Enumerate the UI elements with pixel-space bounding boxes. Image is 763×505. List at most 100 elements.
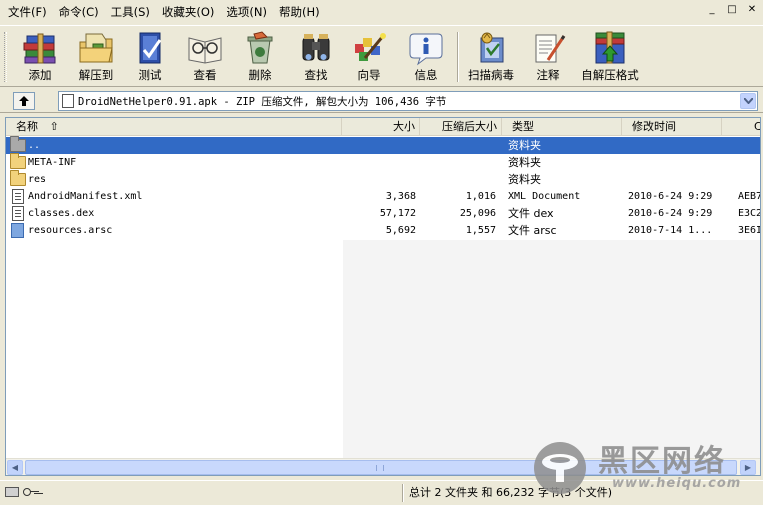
file-list[interactable]: 名称 ⇧ 大小 压缩后大小 类型 修改时间 C .. 资料夹 META-INF … <box>5 117 761 476</box>
add-button[interactable]: 添加 <box>14 28 66 84</box>
binoculars-icon <box>296 30 336 66</box>
file-modified: 2010-7-14 1... <box>628 225 713 236</box>
table-row[interactable]: res 资料夹 <box>6 170 760 188</box>
file-modified: 2010-6-24 9:29 <box>628 208 713 219</box>
column-packed-header[interactable]: 压缩后大小 <box>420 118 502 136</box>
path-dropdown-button[interactable] <box>740 93 756 109</box>
table-row[interactable]: classes.dex 57,172 25,096 文件 dex 2010-6-… <box>6 205 761 222</box>
document-icon <box>12 189 24 204</box>
sort-arrow-icon: ⇧ <box>49 120 59 133</box>
minimize-button[interactable]: _ <box>704 3 720 17</box>
column-header-row: 名称 ⇧ 大小 压缩后大小 类型 修改时间 C <box>6 118 760 136</box>
wizard-button[interactable]: 向导 <box>344 28 394 84</box>
wizard-wand-icon <box>349 30 389 66</box>
file-type: 文件 dex <box>508 207 554 220</box>
status-icons <box>5 487 39 497</box>
recycle-bin-icon <box>240 30 280 66</box>
file-type: XML Document <box>508 191 581 202</box>
info-button[interactable]: 信息 <box>402 28 450 84</box>
find-button[interactable]: 查找 <box>292 28 340 84</box>
delete-label: 删除 <box>248 68 272 82</box>
scroll-left-button[interactable]: ◀ <box>7 460 23 475</box>
virus-scan-icon <box>471 30 511 66</box>
list-empty-area <box>343 240 760 458</box>
folder-extract-icon <box>76 30 116 66</box>
file-size: 3,368 <box>385 191 416 202</box>
table-row[interactable]: AndroidManifest.xml 3,368 1,016 XML Docu… <box>6 188 761 205</box>
check-book-icon <box>130 30 170 66</box>
menu-tools[interactable]: 工具(S) <box>105 3 156 21</box>
sfx-label: 自解压格式 <box>581 68 639 82</box>
watermark-emblem-icon <box>534 442 586 494</box>
document-icon <box>12 206 24 221</box>
archive-path-text: DroidNetHelper0.91.apk - ZIP 压缩文件, 解包大小为… <box>78 95 447 108</box>
file-modified: 2010-6-24 9:29 <box>628 191 713 202</box>
file-name: AndroidManifest.xml <box>28 191 143 202</box>
sfx-button[interactable]: 自解压格式 <box>578 28 642 84</box>
table-row[interactable]: META-INF 资料夹 <box>6 153 760 171</box>
watermark-title: 黑区网络 <box>598 444 726 479</box>
file-packed-size: 25,096 <box>459 208 496 219</box>
sfx-archive-icon <box>590 30 630 66</box>
view-button[interactable]: 查看 <box>180 28 230 84</box>
maximize-button[interactable]: □ <box>724 3 740 17</box>
file-packed-size: 1,016 <box>465 191 496 202</box>
folder-icon <box>10 153 26 169</box>
file-rows: .. 资料夹 META-INF 资料夹 res 资料夹 AndroidManif… <box>6 136 761 239</box>
close-button[interactable]: ✕ <box>744 3 760 17</box>
extract-to-label: 解压到 <box>78 68 114 82</box>
file-name: res <box>28 174 47 185</box>
delete-button[interactable]: 删除 <box>236 28 284 84</box>
file-type: 资料夹 <box>508 173 541 186</box>
file-size: 5,692 <box>385 225 416 236</box>
menu-bar: 文件(F) 命令(C) 工具(S) 收藏夹(O) 选项(N) 帮助(H) _ □… <box>0 0 763 24</box>
key-icon <box>23 488 39 496</box>
file-icon <box>11 223 24 238</box>
add-label: 添加 <box>28 68 52 82</box>
file-crc: AEB7 <box>738 191 761 202</box>
file-name: .. <box>28 140 41 151</box>
address-bar: DroidNetHelper0.91.apk - ZIP 压缩文件, 解包大小为… <box>0 89 763 113</box>
menu-favorites[interactable]: 收藏夹(O) <box>156 3 221 21</box>
table-row[interactable]: .. 资料夹 <box>6 136 760 154</box>
archive-file-icon <box>62 94 74 108</box>
file-packed-size: 1,557 <box>465 225 496 236</box>
watermark-url: www.heiqu.com <box>612 476 742 491</box>
file-crc: E3C2 <box>738 208 761 219</box>
column-name-header[interactable]: 名称 ⇧ <box>6 118 342 136</box>
file-name: META-INF <box>28 157 77 168</box>
up-one-level-button[interactable] <box>13 92 35 110</box>
table-row[interactable]: resources.arsc 5,692 1,557 文件 arsc 2010-… <box>6 222 760 239</box>
menu-commands[interactable]: 命令(C) <box>53 3 105 21</box>
file-type: 资料夹 <box>508 139 541 152</box>
scroll-grip <box>376 465 384 471</box>
scan-virus-label: 扫描病毒 <box>468 68 514 82</box>
arrow-up-icon <box>19 96 29 106</box>
archive-path-combo[interactable]: DroidNetHelper0.91.apk - ZIP 压缩文件, 解包大小为… <box>58 91 758 111</box>
watermark-logo: 黑区网络 www.heiqu.com <box>528 436 760 498</box>
column-name-label: 名称 <box>16 120 38 133</box>
column-modified-header[interactable]: 修改时间 <box>622 118 722 136</box>
notepad-pen-icon <box>528 30 568 66</box>
find-label: 查找 <box>304 68 328 82</box>
glasses-book-icon <box>185 30 225 66</box>
file-size: 57,172 <box>379 208 416 219</box>
wizard-label: 向导 <box>357 68 381 82</box>
menu-help[interactable]: 帮助(H) <box>273 3 326 21</box>
extract-to-button[interactable]: 解压到 <box>70 28 122 84</box>
file-name: classes.dex <box>28 208 95 219</box>
menu-file[interactable]: 文件(F) <box>2 3 53 21</box>
comment-button[interactable]: 注释 <box>526 28 570 84</box>
test-button[interactable]: 测试 <box>126 28 174 84</box>
column-crc-header[interactable]: C <box>722 118 760 136</box>
toolbar-grip[interactable] <box>4 32 7 82</box>
menu-options[interactable]: 选项(N) <box>220 3 273 21</box>
column-type-header[interactable]: 类型 <box>502 118 622 136</box>
scan-virus-button[interactable]: 扫描病毒 <box>462 28 520 84</box>
comment-label: 注释 <box>536 68 560 82</box>
file-name: resources.arsc <box>28 225 113 236</box>
view-label: 查看 <box>193 68 217 82</box>
folder-icon <box>10 170 26 186</box>
column-size-header[interactable]: 大小 <box>342 118 420 136</box>
status-separator <box>402 484 404 502</box>
